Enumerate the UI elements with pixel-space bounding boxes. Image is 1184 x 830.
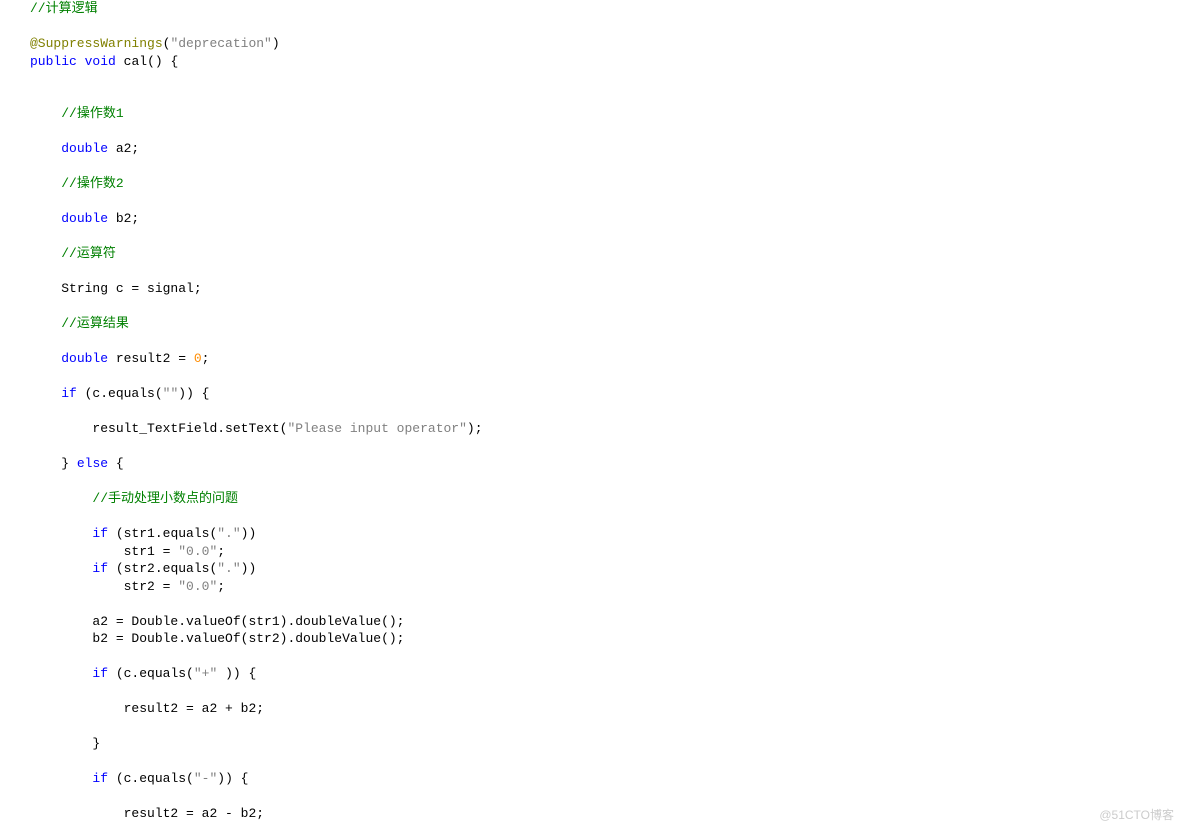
- comment-op1: //操作数1: [61, 106, 123, 121]
- cond-close: )): [241, 561, 257, 576]
- b2-valueOf: b2 = Double.valueOf(str2).doubleValue();: [92, 631, 404, 646]
- decl-b2: b2;: [108, 211, 139, 226]
- brace: {: [108, 456, 124, 471]
- paren: ): [272, 36, 280, 51]
- cond: (c.equals(: [108, 666, 194, 681]
- decl-a2: a2;: [108, 141, 139, 156]
- cond-close: )): [241, 526, 257, 541]
- kw-if: if: [92, 666, 108, 681]
- parens: (): [147, 54, 163, 69]
- comment-result: //运算结果: [61, 316, 129, 331]
- annotation-name: @SuppressWarnings: [30, 36, 163, 51]
- cond-close: )) {: [178, 386, 209, 401]
- num-zero: 0: [194, 351, 202, 366]
- annotation-arg: "deprecation": [170, 36, 271, 51]
- decl-c: String c = signal;: [61, 281, 201, 296]
- comment-manual: //手动处理小数点的问题: [92, 491, 238, 506]
- str-dot: ".": [217, 561, 240, 576]
- decl-result2: result2 =: [108, 351, 194, 366]
- cond: (str2.equals(: [108, 561, 217, 576]
- str-please: "Please input operator": [287, 421, 466, 436]
- comment-oper: //运算符: [61, 246, 116, 261]
- comment-header: //计算逻辑: [30, 1, 98, 16]
- kw-if: if: [92, 771, 108, 786]
- cond: (c.equals(: [77, 386, 163, 401]
- kw-public: public: [30, 54, 77, 69]
- result-add: result2 = a2 + b2;: [124, 701, 264, 716]
- settext-close: );: [467, 421, 483, 436]
- code-block: //计算逻辑 @SuppressWarnings("deprecation") …: [0, 0, 1184, 823]
- comment-op2: //操作数2: [61, 176, 123, 191]
- brace-close: }: [92, 736, 100, 751]
- str-zerozero: "0.0": [178, 579, 217, 594]
- result-sub: result2 = a2 - b2;: [124, 806, 264, 821]
- str-dot: ".": [217, 526, 240, 541]
- semi: ;: [202, 351, 210, 366]
- kw-if: if: [92, 561, 108, 576]
- kw-double: double: [61, 141, 108, 156]
- str-empty: "": [163, 386, 179, 401]
- kw-double: double: [61, 351, 108, 366]
- str-minus: "-": [194, 771, 217, 786]
- kw-else: else: [77, 456, 108, 471]
- fn-name: cal: [116, 54, 147, 69]
- assign-str2: str2 =: [124, 579, 179, 594]
- semi: ;: [217, 579, 225, 594]
- semi: ;: [217, 544, 225, 559]
- str-plus: "+": [194, 666, 217, 681]
- cond-close: )) {: [217, 666, 256, 681]
- cond: (str1.equals(: [108, 526, 217, 541]
- cond-close: )) {: [217, 771, 248, 786]
- kw-void: void: [85, 54, 116, 69]
- settext-call: result_TextField.setText(: [92, 421, 287, 436]
- brace: {: [163, 54, 179, 69]
- kw-if: if: [61, 386, 77, 401]
- assign-str1: str1 =: [124, 544, 179, 559]
- kw-if: if: [92, 526, 108, 541]
- kw-double: double: [61, 211, 108, 226]
- str-zerozero: "0.0": [178, 544, 217, 559]
- a2-valueOf: a2 = Double.valueOf(str1).doubleValue();: [92, 614, 404, 629]
- brace-close: }: [61, 456, 69, 471]
- watermark: @51CTO博客: [1099, 807, 1174, 825]
- cond: (c.equals(: [108, 771, 194, 786]
